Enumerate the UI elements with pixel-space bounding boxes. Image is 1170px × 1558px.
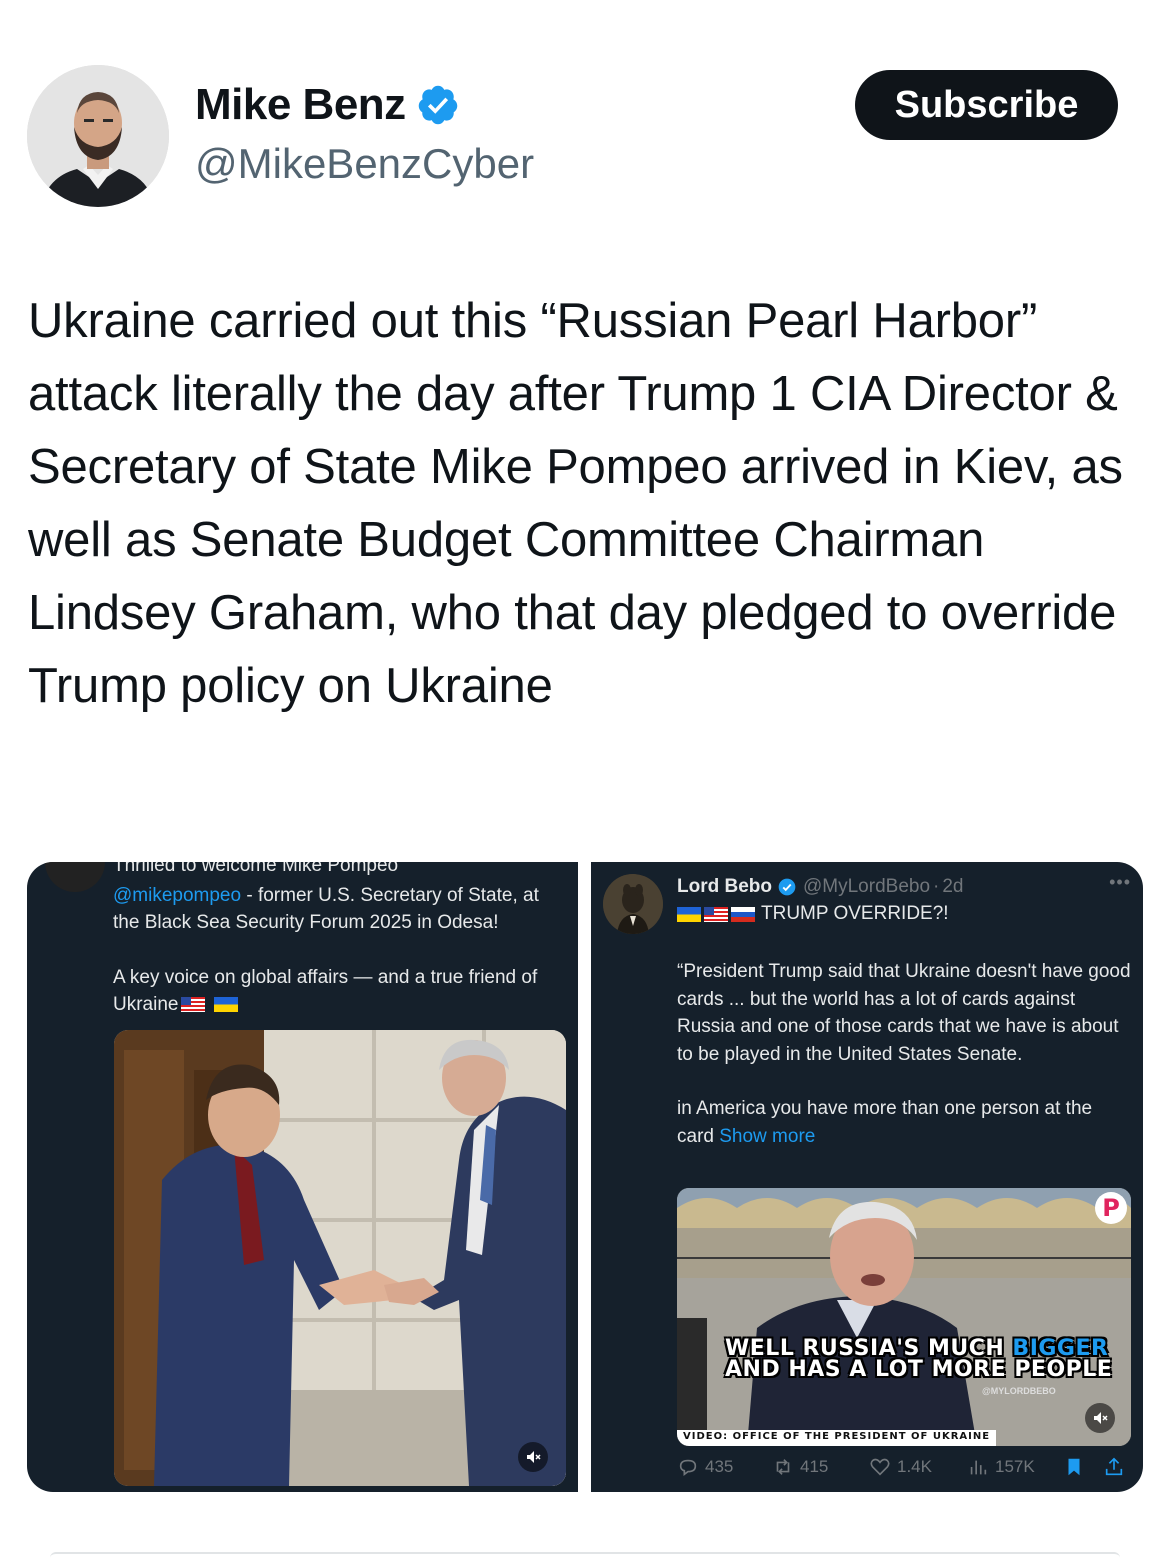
- left-post-paragraph-1: @mikepompeo - former U.S. Secretary of S…: [113, 882, 568, 936]
- show-more-link[interactable]: Show more: [719, 1126, 815, 1147]
- reply-count: 435: [705, 1457, 734, 1476]
- views-chart-icon: [970, 1460, 987, 1475]
- views-count: 157K: [995, 1457, 1035, 1476]
- author-avatar[interactable]: [27, 65, 169, 207]
- tweet-media[interactable]: Thrilled to welcome Mike Pompeo @mikepom…: [27, 862, 1143, 1492]
- post-subtitle: TRUMP OVERRIDE?!: [761, 903, 949, 924]
- lord-bebo-subtitle-row: TRUMP OVERRIDE?!: [677, 903, 949, 925]
- author-handle[interactable]: @MikeBenzCyber: [195, 140, 534, 188]
- handshake-video-thumbnail[interactable]: [114, 1030, 566, 1486]
- verified-badge-icon: [778, 878, 796, 896]
- lord-bebo-handle[interactable]: @MyLordBebo: [803, 876, 930, 898]
- mute-icon-right[interactable]: [1085, 1403, 1115, 1433]
- tweet-text: Ukraine carried out this “Russian Pearl …: [28, 294, 1123, 713]
- channel-logo-icon: P: [1095, 1192, 1127, 1224]
- bookmark-icon: [1068, 1458, 1080, 1476]
- left-post-paragraph-2: A key voice on global affairs — and a tr…: [113, 964, 568, 1018]
- lord-bebo-body: “President Trump said that Ukraine doesn…: [677, 958, 1133, 1150]
- repost-count: 415: [800, 1457, 829, 1476]
- verified-badge-icon: [418, 85, 457, 125]
- embedded-avatar-left: [45, 862, 105, 892]
- us-flag-icon: [704, 906, 728, 922]
- like-action[interactable]: 1.4K: [869, 1456, 932, 1478]
- author-display-name[interactable]: Mike Benz: [195, 80, 406, 130]
- mute-icon-left[interactable]: [518, 1442, 548, 1472]
- repost-icon: [776, 1459, 790, 1475]
- more-options-icon[interactable]: •••: [1109, 872, 1131, 893]
- lord-bebo-name[interactable]: Lord Bebo: [677, 876, 772, 898]
- separator-dot: ·: [933, 876, 940, 897]
- share-action[interactable]: [1103, 1456, 1125, 1478]
- us-flag-icon: [181, 997, 206, 1013]
- body-paragraph-2: in America you have more than one person…: [677, 1095, 1133, 1150]
- caption-line-2: AND HAS A LOT MORE PEOPLE: [725, 1357, 1113, 1382]
- ua-flag-icon: [677, 906, 701, 922]
- video-watermark: @MYLORDBEBO: [982, 1386, 1056, 1396]
- mention-link[interactable]: @mikepompeo: [113, 885, 241, 906]
- share-icon: [1105, 1457, 1123, 1476]
- left-post-line2: A key voice on global affairs — and a tr…: [113, 967, 538, 1015]
- subscribe-button[interactable]: Subscribe: [855, 70, 1118, 140]
- views-action[interactable]: 157K: [967, 1456, 1035, 1478]
- reply-icon: [679, 1459, 697, 1476]
- heart-icon: [870, 1458, 890, 1476]
- post-actions-bar: 435 415 1.4K 157K: [677, 1454, 1133, 1482]
- embedded-post-right[interactable]: Lord Bebo @MyLordBebo · 2d ••• TRUMP OVE…: [591, 862, 1143, 1492]
- ua-flag-icon: [213, 997, 238, 1013]
- author-name-row: Mike Benz: [195, 80, 460, 130]
- embedded-post-left[interactable]: Thrilled to welcome Mike Pompeo @mikepom…: [27, 862, 578, 1492]
- body-paragraph-1: “President Trump said that Ukraine doesn…: [677, 961, 1131, 1065]
- video-caption: WELL RUSSIA'S MUCH BIGGER AND HAS A LOT …: [725, 1338, 1113, 1382]
- bookmark-action[interactable]: [1063, 1456, 1085, 1478]
- clipped-line: Thrilled to welcome Mike Pompeo: [113, 862, 399, 876]
- lord-bebo-avatar[interactable]: [603, 874, 663, 934]
- like-count: 1.4K: [897, 1457, 932, 1476]
- reply-action[interactable]: 435: [677, 1456, 733, 1478]
- video-credit: VIDEO: OFFICE OF THE PRESIDENT OF UKRAIN…: [677, 1430, 997, 1446]
- repost-action[interactable]: 415: [772, 1456, 828, 1478]
- ru-flag-icon: [731, 906, 755, 922]
- lord-bebo-header: Lord Bebo @MyLordBebo · 2d: [677, 876, 964, 898]
- bottom-divider: [50, 1552, 1120, 1558]
- tweet-header: Mike Benz @MikeBenzCyber Subscribe: [0, 0, 1170, 230]
- graham-video-thumbnail[interactable]: WELL RUSSIA'S MUCH BIGGER AND HAS A LOT …: [677, 1188, 1131, 1446]
- post-time[interactable]: 2d: [942, 876, 963, 898]
